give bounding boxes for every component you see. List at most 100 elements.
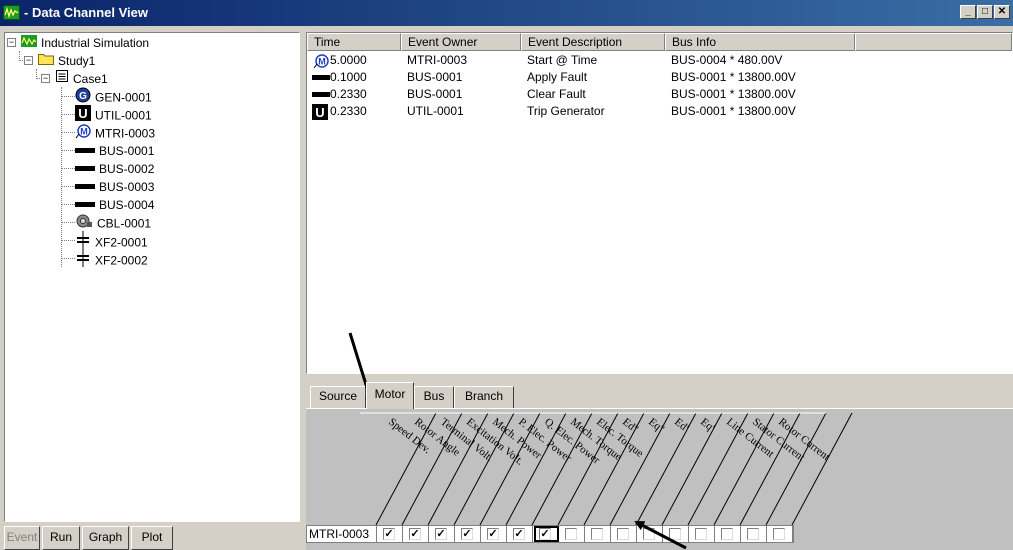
event-time: 0.2330 xyxy=(330,104,367,118)
channel-checkbox[interactable] xyxy=(747,528,759,540)
channel-checkbox[interactable] xyxy=(669,528,681,540)
bus-icon xyxy=(312,69,330,86)
waveform-app-icon xyxy=(3,5,20,20)
event-owner: MTRI-0003 xyxy=(407,53,468,67)
tree-node-bus-4[interactable]: BUS-0004 xyxy=(75,195,154,213)
event-owner: BUS-0001 xyxy=(407,87,463,101)
minimize-button[interactable]: _ xyxy=(960,5,976,19)
column-header-owner[interactable]: Event Owner xyxy=(401,33,521,51)
channel-checkbox[interactable] xyxy=(773,528,785,540)
event-bus-info: BUS-0001 * 13800.00V xyxy=(671,87,796,101)
svg-text:U: U xyxy=(78,106,87,121)
channel-cell xyxy=(637,526,663,542)
channel-checkbox[interactable] xyxy=(695,528,707,540)
event-button[interactable]: Event xyxy=(4,526,40,550)
close-button[interactable]: ✕ xyxy=(994,5,1010,19)
tree-connector xyxy=(61,150,75,151)
channel-checkbox[interactable] xyxy=(643,528,655,540)
event-description: Trip Generator xyxy=(527,104,605,118)
channel-cell: ✓ xyxy=(429,526,455,542)
waveform-icon xyxy=(21,34,37,52)
channel-checkbox[interactable]: ✓ xyxy=(383,528,395,540)
channel-cell xyxy=(611,526,637,542)
channel-cell xyxy=(767,526,793,542)
title-bar[interactable]: - Data Channel View _ □ ✕ xyxy=(0,0,1013,26)
channel-cell: ✓ xyxy=(403,526,429,542)
tab-branch[interactable]: Branch xyxy=(454,386,514,408)
tree-connector xyxy=(61,222,75,223)
channel-checkbox[interactable] xyxy=(591,528,603,540)
tree-expander-case[interactable]: − xyxy=(41,74,50,83)
bus-icon xyxy=(75,142,95,160)
channel-checkbox[interactable]: ✓ xyxy=(487,528,499,540)
motor-tab-panel: Speed Dev. Rotor Angle Terminal Volt. Excit… xyxy=(306,408,1013,550)
channel-checkbox[interactable]: ✓ xyxy=(409,528,421,540)
run-button[interactable]: Run xyxy=(42,526,80,550)
column-header-bus-info[interactable]: Bus Info xyxy=(665,33,855,51)
channel-focus-outline xyxy=(534,526,559,542)
tree-connector xyxy=(61,114,75,115)
tree-node-xf-1[interactable]: XF2-0001 xyxy=(75,231,148,250)
column-header-blank xyxy=(855,33,1012,51)
svg-text:M: M xyxy=(318,56,326,66)
channel-header-divider xyxy=(661,412,723,526)
tree-connector xyxy=(61,96,75,97)
tree-node-bus-1[interactable]: BUS-0001 xyxy=(75,141,154,159)
channel-cell xyxy=(585,526,611,542)
channel-checkbox[interactable]: ✓ xyxy=(513,528,525,540)
channel-checkbox[interactable]: ✓ xyxy=(461,528,473,540)
channel-header-label: Eq' xyxy=(698,416,717,434)
column-header-description[interactable]: Event Description xyxy=(521,33,665,51)
event-description: Start @ Time xyxy=(527,53,598,67)
tree-node-bus-3[interactable]: BUS-0003 xyxy=(75,177,154,195)
channel-cell xyxy=(715,526,741,542)
svg-text:U: U xyxy=(315,105,324,120)
graph-button[interactable]: Graph xyxy=(82,526,129,550)
tree-connector xyxy=(61,258,75,259)
transformer-icon xyxy=(75,249,91,272)
event-owner: BUS-0001 xyxy=(407,70,463,84)
tree-node-xf-2[interactable]: XF2-0002 xyxy=(75,249,148,268)
app-window: - Data Channel View _ □ ✕ − Industrial S… xyxy=(0,0,1013,550)
channel-cell xyxy=(663,526,689,542)
tree-node-root[interactable]: Industrial Simulation xyxy=(21,33,149,51)
folder-icon xyxy=(38,52,54,70)
channel-cell xyxy=(689,526,715,542)
channel-header-label: Eq'' xyxy=(646,416,666,435)
maximize-button[interactable]: □ xyxy=(977,5,993,19)
events-list[interactable]: Time Event Owner Event Description Bus I… xyxy=(306,32,1013,374)
svg-text:G: G xyxy=(79,91,87,102)
column-header-time[interactable]: Time xyxy=(307,33,401,51)
tree-node-cable[interactable]: CBL-0001 xyxy=(75,213,151,231)
tree-node-study[interactable]: Study1 xyxy=(38,51,95,69)
channel-checkbox[interactable]: ✓ xyxy=(435,528,447,540)
event-time: 5.0000 xyxy=(330,53,367,67)
channel-cell: ✓ xyxy=(377,526,403,542)
channel-cell xyxy=(559,526,585,542)
channel-checkbox[interactable] xyxy=(617,528,629,540)
channel-checkbox[interactable] xyxy=(721,528,733,540)
project-tree[interactable]: − Industrial Simulation − Study1 − Case1… xyxy=(4,32,300,522)
tree-expander-study[interactable]: − xyxy=(24,56,33,65)
tab-bus[interactable]: Bus xyxy=(414,386,454,408)
plot-button[interactable]: Plot xyxy=(131,526,173,550)
tree-node-gen[interactable]: G GEN-0001 xyxy=(75,87,152,105)
channel-cell: ✓ xyxy=(507,526,533,542)
event-description: Clear Fault xyxy=(527,87,586,101)
tree-expander-root[interactable]: − xyxy=(7,38,16,47)
tab-motor[interactable]: Motor xyxy=(366,382,414,409)
channel-header-divider xyxy=(635,412,697,526)
bus-icon xyxy=(75,178,95,196)
channel-checkbox[interactable] xyxy=(565,528,577,540)
tree-connector xyxy=(61,204,75,205)
tab-source[interactable]: Source xyxy=(310,386,366,408)
svg-text:M: M xyxy=(80,127,88,137)
tree-node-motor[interactable]: M MTRI-0003 xyxy=(75,123,155,141)
tree-node-util[interactable]: U UTIL-0001 xyxy=(75,105,152,123)
bus-icon xyxy=(312,86,330,103)
event-bus-info: BUS-0001 * 13800.00V xyxy=(671,70,796,84)
tree-node-case[interactable]: Case1 xyxy=(55,69,108,87)
event-owner: UTIL-0001 xyxy=(407,104,464,118)
tree-node-bus-2[interactable]: BUS-0002 xyxy=(75,159,154,177)
channel-header-strip: Speed Dev.Rotor AngleTerminal Volt.Excit… xyxy=(360,412,853,526)
